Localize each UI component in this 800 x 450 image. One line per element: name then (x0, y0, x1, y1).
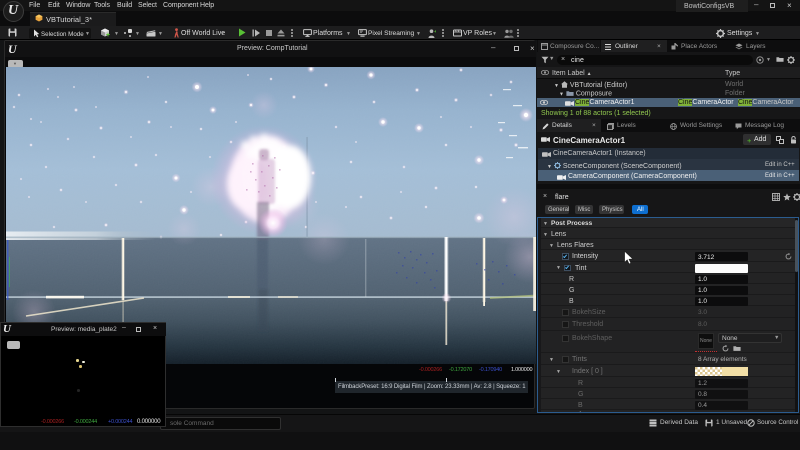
svg-text:+: + (434, 29, 436, 34)
